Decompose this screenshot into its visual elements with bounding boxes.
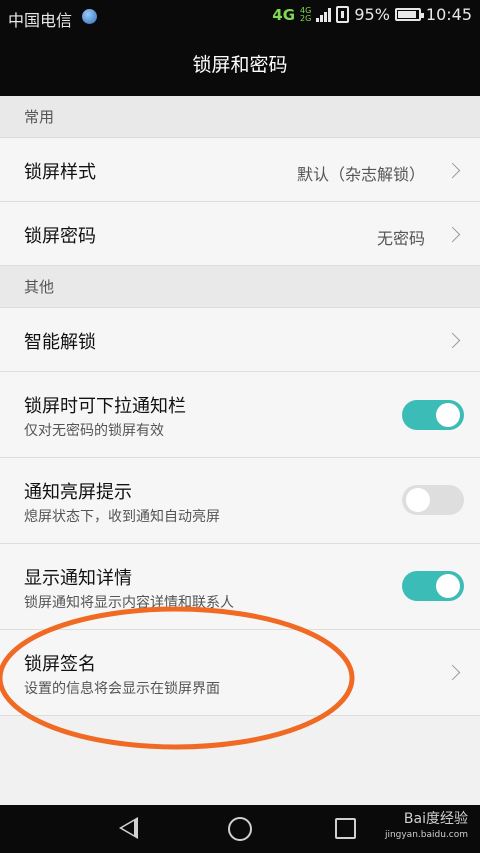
- signal-icon: [316, 7, 332, 22]
- row-lock-password[interactable]: 锁屏密码 无密码: [0, 202, 480, 266]
- network-type: 4G: [272, 5, 296, 24]
- section-header-common: 常用: [0, 96, 480, 138]
- chevron-right-icon: [444, 226, 461, 243]
- navigation-bar: Bai度经验 jingyan.baidu.com: [0, 805, 480, 853]
- row-title: 通知亮屏提示: [24, 482, 132, 503]
- secondary-network-icon: 4G 2G: [300, 5, 312, 23]
- row-value: 无密码: [376, 229, 425, 248]
- row-subtitle: 熄屏状态下，收到通知自动亮屏: [24, 509, 220, 525]
- clock: 10:45: [425, 5, 472, 24]
- row-subtitle: 仅对无密码的锁屏有效: [24, 423, 164, 439]
- row-lock-style[interactable]: 锁屏样式 默认（杂志解锁）: [0, 138, 480, 202]
- row-lock-signature[interactable]: 锁屏签名 设置的信息将会显示在锁屏界面: [0, 630, 480, 716]
- row-title: 锁屏样式: [24, 162, 96, 183]
- row-subtitle: 锁屏通知将显示内容详情和联系人: [24, 595, 234, 611]
- chevron-right-icon: [444, 664, 461, 681]
- status-icons: 4G 4G 2G 95% 10:45: [272, 5, 472, 24]
- section-header-other: 其他: [0, 266, 480, 308]
- home-icon[interactable]: [228, 817, 252, 841]
- recent-apps-icon[interactable]: [335, 818, 356, 839]
- chevron-right-icon: [444, 162, 461, 179]
- notification-detail-toggle[interactable]: [402, 571, 464, 601]
- row-notification-wake[interactable]: 通知亮屏提示 熄屏状态下，收到通知自动亮屏: [0, 458, 480, 544]
- row-title: 显示通知详情: [24, 568, 132, 589]
- watermark: Bai度经验 jingyan.baidu.com: [384, 811, 468, 840]
- row-title: 锁屏密码: [24, 226, 96, 247]
- sim-card-icon: [336, 6, 350, 23]
- row-notification-detail[interactable]: 显示通知详情 锁屏通知将显示内容详情和联系人: [0, 544, 480, 630]
- back-icon[interactable]: [119, 817, 138, 839]
- battery-percent: 95%: [354, 5, 390, 24]
- row-title: 锁屏时可下拉通知栏: [24, 396, 186, 417]
- browser-notification-icon: [82, 9, 97, 24]
- row-subtitle: 设置的信息将会显示在锁屏界面: [24, 681, 220, 697]
- status-bar: 中国电信 4G 4G 2G 95% 10:45: [0, 0, 480, 34]
- notification-wake-toggle[interactable]: [402, 485, 464, 515]
- carrier-name: 中国电信: [8, 11, 73, 30]
- page-title: 锁屏和密码: [0, 34, 480, 96]
- row-title: 智能解锁: [24, 332, 96, 353]
- row-title: 锁屏签名: [24, 654, 96, 675]
- battery-icon: [394, 8, 424, 21]
- row-smart-unlock[interactable]: 智能解锁: [0, 308, 480, 372]
- chevron-right-icon: [444, 332, 461, 349]
- row-value: 默认（杂志解锁）: [296, 165, 425, 184]
- pull-notification-toggle[interactable]: [402, 400, 464, 430]
- row-pull-notification[interactable]: 锁屏时可下拉通知栏 仅对无密码的锁屏有效: [0, 372, 480, 458]
